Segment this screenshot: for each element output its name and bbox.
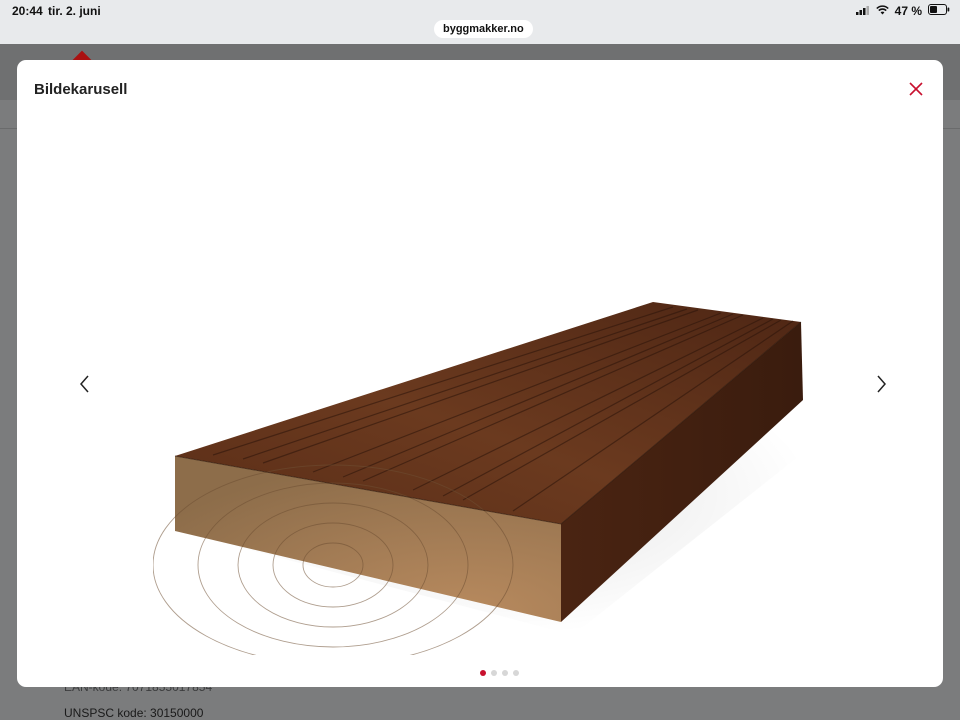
unspsc-code: UNSPSC kode: 30150000 xyxy=(64,706,204,720)
carousel-dot-2[interactable] xyxy=(491,670,497,676)
carousel-dot-3[interactable] xyxy=(502,670,508,676)
wifi-icon xyxy=(875,4,889,18)
carousel-indicator xyxy=(480,670,519,676)
battery-percent: 47 % xyxy=(894,4,922,18)
next-image-button[interactable] xyxy=(873,374,889,394)
close-icon xyxy=(909,82,923,96)
status-time: 20:44 xyxy=(12,4,43,18)
chevron-right-icon xyxy=(877,375,886,393)
url-bar[interactable]: byggmakker.no xyxy=(434,20,533,38)
previous-image-button[interactable] xyxy=(77,374,93,394)
cellular-signal-icon xyxy=(855,4,870,18)
carousel-dot-4[interactable] xyxy=(513,670,519,676)
close-button[interactable] xyxy=(907,80,925,98)
status-indicators: 47 % xyxy=(855,4,950,18)
carousel-dot-1[interactable] xyxy=(480,670,486,676)
status-date: tir. 2. juni xyxy=(48,4,101,18)
status-bar: 20:44 tir. 2. juni 47 % byggmakker.no xyxy=(0,0,960,44)
chevron-left-icon xyxy=(80,375,89,393)
product-image-wooden-plank xyxy=(153,302,813,655)
modal-title: Bildekarusell xyxy=(34,81,128,98)
battery-icon xyxy=(928,4,950,18)
image-carousel-modal: Bildekarusell xyxy=(17,60,943,687)
